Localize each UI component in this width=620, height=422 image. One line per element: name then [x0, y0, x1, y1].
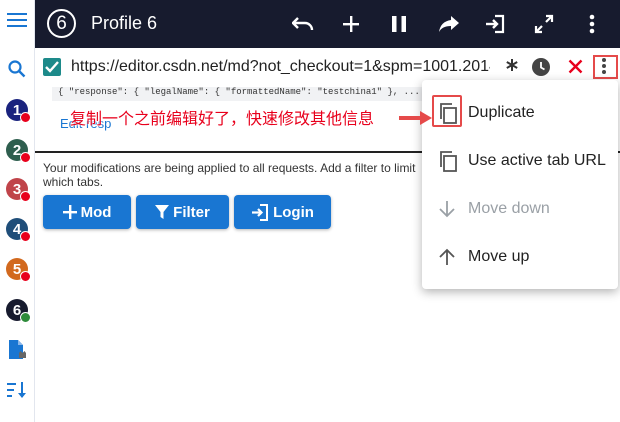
annotation-arrow-icon	[398, 110, 434, 131]
profile-title[interactable]: Profile 6	[91, 13, 157, 34]
menu-item-label: Move up	[468, 248, 530, 265]
add-mod-button[interactable]: Mod	[43, 195, 131, 229]
annotation-text: 复制一个之前编辑好了，快速修改其他信息	[70, 111, 375, 128]
menu-item-move-down: Move down	[422, 185, 618, 233]
add-icon[interactable]	[339, 12, 363, 36]
filter-icon	[155, 204, 170, 219]
url-input[interactable]: https://editor.csdn.net/md?not_checkout=…	[71, 58, 490, 76]
sort-icon[interactable]	[3, 376, 31, 404]
profile-1-status-badge	[20, 112, 31, 123]
info-text: Your modifications are being applied to …	[43, 161, 416, 189]
enable-checkbox[interactable]	[43, 58, 61, 76]
menu-item-label: Move down	[468, 200, 550, 217]
profile-3-status-badge	[20, 191, 31, 202]
arrow-up-icon	[438, 248, 464, 266]
share-icon[interactable]	[437, 12, 461, 36]
profile-5-status-badge	[20, 271, 31, 282]
close-icon[interactable]	[568, 59, 583, 79]
filter-label: Filter	[173, 203, 210, 221]
copy-icon	[438, 150, 464, 172]
sidebar: 1 2 3 4 5 6	[0, 0, 35, 422]
plus-icon	[62, 205, 77, 219]
highlight-box-duplicate	[432, 95, 462, 127]
login-icon	[252, 203, 269, 221]
arrow-down-icon	[438, 200, 464, 218]
more-vert-icon[interactable]	[580, 12, 604, 36]
import-icon[interactable]	[483, 12, 507, 36]
menu-item-use-active-tab-url[interactable]: Use active tab URL	[422, 137, 618, 185]
undo-icon[interactable]	[291, 12, 315, 36]
asterisk-icon[interactable]	[505, 58, 519, 77]
login-label: Login	[273, 203, 314, 221]
profile-5-button[interactable]: 5	[3, 255, 31, 283]
profile-2-button[interactable]: 2	[3, 136, 31, 164]
profile-6-status-badge	[20, 312, 31, 323]
profile-1-button[interactable]: 1	[3, 96, 31, 124]
profile-4-button[interactable]: 4	[3, 215, 31, 243]
mod-label: Mod	[80, 203, 112, 221]
clock-icon[interactable]	[531, 57, 551, 82]
top-bar: 6 Profile 6	[35, 0, 620, 48]
response-snippet: { "response": { "legalName": { "formatte…	[52, 87, 426, 101]
profile-6-button[interactable]: 6	[3, 296, 31, 324]
menu-icon[interactable]	[3, 6, 31, 34]
add-filter-button[interactable]: Filter	[136, 195, 229, 229]
login-button[interactable]: Login	[234, 195, 331, 229]
menu-item-move-up[interactable]: Move up	[422, 233, 618, 281]
profile-number-badge: 6	[47, 9, 76, 38]
add-profile-icon[interactable]	[3, 336, 31, 364]
profile-2-status-badge	[20, 152, 31, 163]
profile-3-button[interactable]: 3	[3, 175, 31, 203]
pause-icon[interactable]	[387, 12, 411, 36]
menu-item-label: Use active tab URL	[468, 152, 606, 169]
request-row: https://editor.csdn.net/md?not_checkout=…	[35, 50, 620, 84]
profile-4-status-badge	[20, 231, 31, 242]
highlight-box-menu	[593, 55, 618, 79]
search-icon[interactable]	[3, 55, 31, 83]
fullscreen-icon[interactable]	[532, 12, 556, 36]
menu-item-label: Duplicate	[468, 104, 535, 121]
